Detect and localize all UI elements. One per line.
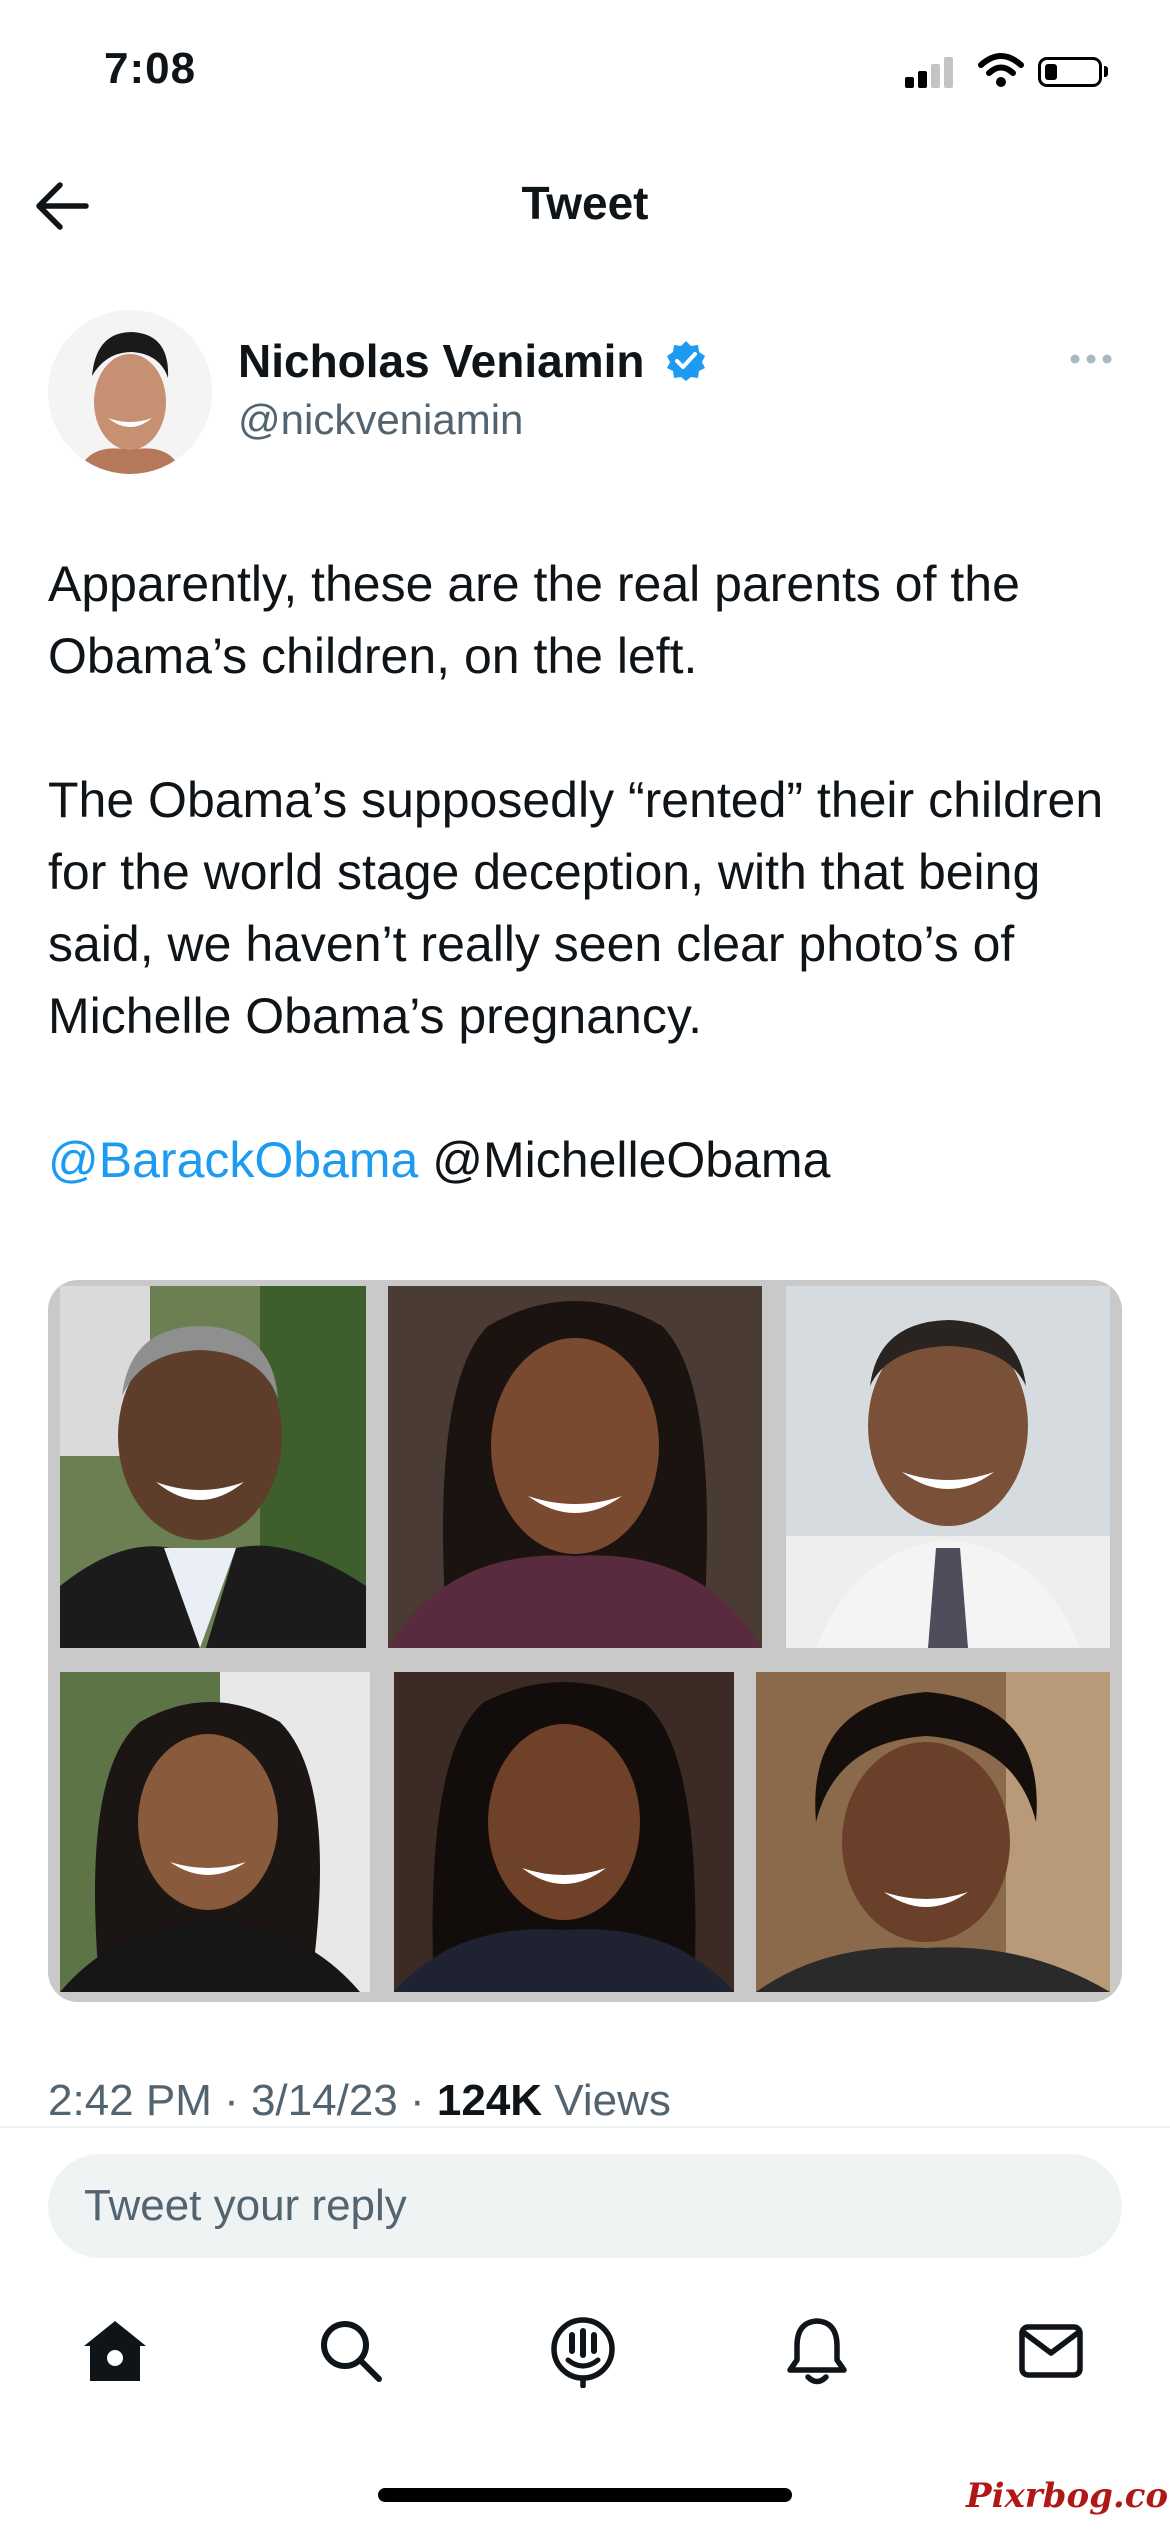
tab-spaces[interactable] [538,2306,628,2396]
tweet-paragraph-1: Apparently, these are the real parents o… [48,556,1020,684]
views-label: Views [542,2076,671,2125]
verified-badge-icon [667,341,705,381]
home-icon [84,2321,146,2381]
photo-girl-top-center [388,1286,762,1648]
tweet-text: Apparently, these are the real parents o… [48,548,1128,1196]
tab-notifications[interactable] [772,2306,862,2396]
mention-michelle[interactable]: @MichelleObama [432,1132,830,1188]
mention-link-barack[interactable]: @BarackObama [48,1132,418,1188]
bell-icon [787,2318,847,2385]
more-options-icon[interactable] [1068,352,1114,366]
cellular-signal-icon [905,56,953,88]
author-handle[interactable]: @nickveniamin [238,396,523,444]
mail-icon [1019,2324,1083,2378]
tweet-mentions: @BarackObama @MichelleObama [48,1124,1128,1196]
photo-man-left [60,1286,366,1648]
photo-man-top-right [786,1286,1110,1648]
tweet-meta: 2:42 PM · 3/14/23 · 124K Views [48,2076,671,2126]
reply-box[interactable] [48,2154,1122,2258]
author-avatar[interactable] [48,310,212,474]
reply-input[interactable] [84,2154,1084,2258]
photo-girl-bottom-center [394,1672,734,1992]
tweet-paragraph-2: The Obama’s supposedly “rented” their ch… [48,772,1104,1044]
status-time: 7:08 [104,44,197,93]
watermark: Pixrbog.com [966,2476,1170,2516]
views-count: 124K [436,2076,543,2125]
photo-woman-right [756,1672,1110,1992]
author-name[interactable]: Nicholas Veniamin [238,334,644,388]
tab-home[interactable] [70,2306,160,2396]
wifi-icon [978,53,1024,87]
photo-woman-left [60,1672,370,1992]
battery-cap [1104,66,1108,77]
home-indicator[interactable] [378,2488,792,2502]
tab-messages[interactable] [1006,2306,1096,2396]
tweet-media-collage[interactable] [48,1280,1122,2002]
tab-search[interactable] [306,2306,396,2396]
spaces-icon [551,2317,615,2388]
tweet-timestamp[interactable]: 2:42 PM · 3/14/23 · [48,2076,437,2125]
search-icon [321,2321,382,2382]
divider [0,2126,1170,2128]
battery-icon [1038,57,1102,87]
page-title: Tweet [521,177,649,229]
